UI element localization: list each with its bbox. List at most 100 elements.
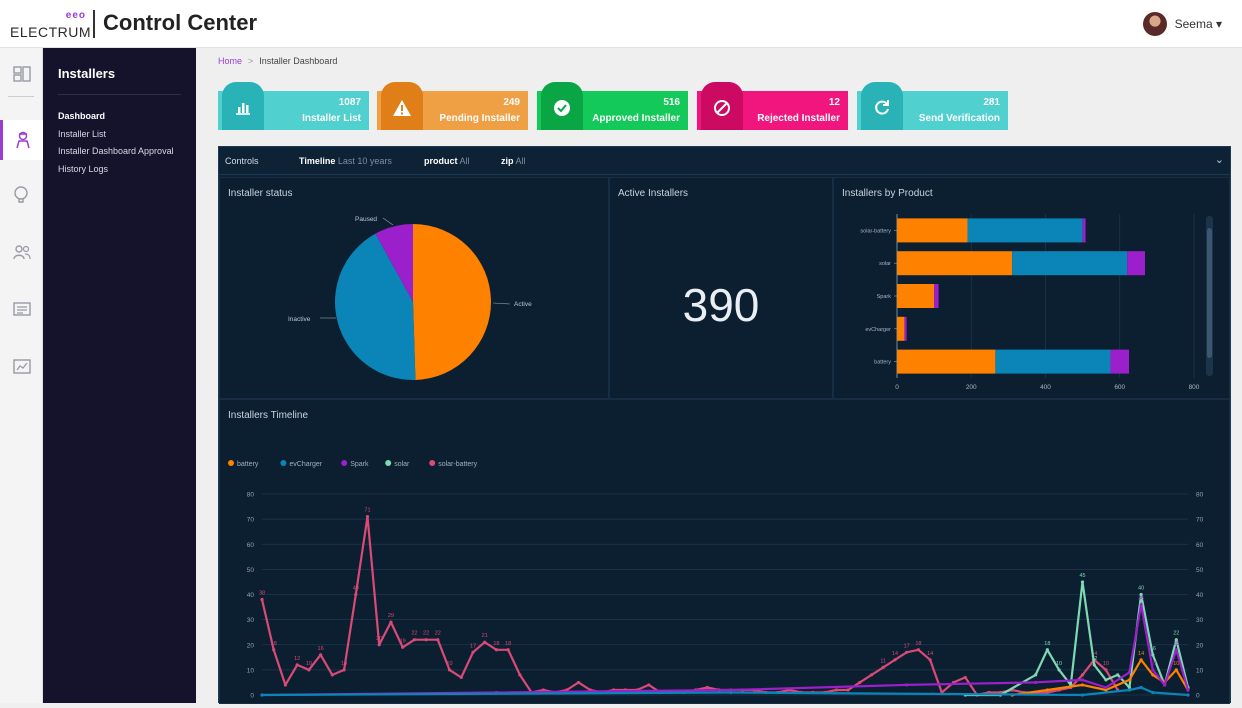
- users-icon[interactable]: [0, 232, 43, 272]
- data-point[interactable]: [471, 650, 475, 654]
- avatar[interactable]: [1142, 12, 1167, 36]
- data-point[interactable]: [459, 675, 463, 680]
- sidebar-item-dashboard[interactable]: Dashboard: [58, 108, 174, 126]
- data-point[interactable]: [1104, 685, 1108, 690]
- bar-segment[interactable]: [1110, 349, 1130, 374]
- data-point[interactable]: [1034, 673, 1038, 677]
- series-line-solar[interactable]: [965, 580, 1190, 697]
- data-point[interactable]: [412, 638, 416, 642]
- data-point[interactable]: [1045, 648, 1049, 652]
- sidebar-item-dashboard-approval[interactable]: Installer Dashboard Approval: [58, 143, 174, 161]
- data-point[interactable]: [1080, 678, 1085, 682]
- data-point[interactable]: [1186, 688, 1190, 692]
- data-point[interactable]: [858, 680, 862, 685]
- data-point[interactable]: [401, 645, 405, 649]
- data-point[interactable]: [1080, 673, 1085, 677]
- data-point[interactable]: [1139, 658, 1143, 662]
- user-menu[interactable]: Seema ▾: [1142, 12, 1222, 36]
- data-point[interactable]: [1186, 693, 1190, 697]
- bar-segment[interactable]: [995, 349, 1111, 374]
- bar-segment[interactable]: [1012, 251, 1128, 276]
- data-point[interactable]: [1034, 680, 1038, 685]
- electrum-logo[interactable]: eeo ELECTRUM: [10, 10, 91, 40]
- product-filter[interactable]: product All: [424, 156, 470, 166]
- bar-segment[interactable]: [897, 284, 935, 308]
- idea-icon[interactable]: [0, 174, 43, 214]
- data-point[interactable]: [1057, 668, 1061, 672]
- data-point[interactable]: [905, 683, 909, 687]
- data-point[interactable]: [881, 665, 885, 669]
- data-point[interactable]: [283, 683, 288, 687]
- data-point[interactable]: [518, 673, 522, 677]
- bar-segment[interactable]: [897, 218, 968, 243]
- timeline-filter[interactable]: Timeline Last 10 years: [299, 156, 392, 166]
- data-point[interactable]: [424, 638, 428, 642]
- bar-segment[interactable]: [897, 316, 905, 341]
- bar-segment[interactable]: [1127, 251, 1145, 276]
- sidebar-item-installer-list[interactable]: Installer List: [58, 126, 174, 144]
- scrollbar-thumb[interactable]: [1207, 228, 1212, 358]
- data-point[interactable]: [963, 675, 967, 680]
- data-point[interactable]: [447, 668, 452, 672]
- data-point[interactable]: [1139, 602, 1143, 607]
- data-point[interactable]: [1080, 683, 1085, 687]
- data-point[interactable]: [1080, 580, 1085, 584]
- data-point[interactable]: [846, 688, 850, 692]
- data-point[interactable]: [1092, 663, 1096, 667]
- bar-segment[interactable]: [897, 251, 1013, 276]
- bar-segment[interactable]: [934, 284, 939, 308]
- data-point[interactable]: [1151, 690, 1155, 695]
- data-point[interactable]: [1139, 685, 1143, 690]
- chevron-down-icon[interactable]: ⌄: [1215, 153, 1224, 166]
- data-point[interactable]: [483, 640, 487, 644]
- card-installer-list[interactable]: 1087 Installer List: [218, 82, 369, 130]
- zip-filter[interactable]: zip All: [501, 156, 526, 166]
- data-point[interactable]: [506, 648, 510, 652]
- data-point[interactable]: [1045, 688, 1049, 692]
- data-point[interactable]: [436, 638, 440, 642]
- data-point[interactable]: [1104, 678, 1108, 682]
- card-send-verification[interactable]: 281 Send Verification: [857, 82, 1008, 130]
- data-point[interactable]: [834, 688, 838, 692]
- data-point[interactable]: [330, 673, 334, 677]
- user-name[interactable]: Seema ▾: [1175, 17, 1222, 31]
- bar-segment[interactable]: [967, 218, 1083, 243]
- data-point[interactable]: [260, 693, 264, 697]
- data-point[interactable]: [307, 668, 311, 672]
- bar-segment[interactable]: [904, 316, 907, 341]
- data-point[interactable]: [1116, 673, 1120, 677]
- installer-icon[interactable]: [0, 120, 43, 160]
- card-rejected-installer[interactable]: 12 Rejected Installer: [697, 82, 848, 130]
- data-point[interactable]: [869, 673, 874, 677]
- data-point[interactable]: [1174, 648, 1178, 652]
- data-point[interactable]: [1174, 668, 1178, 672]
- data-point[interactable]: [342, 668, 346, 672]
- data-point[interactable]: [1080, 693, 1085, 697]
- sidebar-item-history-logs[interactable]: History Logs: [58, 161, 174, 179]
- data-point[interactable]: [1104, 668, 1108, 672]
- series-line-Spark[interactable]: [261, 603, 1190, 697]
- data-point[interactable]: [389, 620, 393, 624]
- data-point[interactable]: [354, 592, 358, 597]
- series-line-solar-battery[interactable]: [260, 515, 1119, 697]
- data-point[interactable]: [576, 680, 581, 685]
- data-point[interactable]: [1151, 653, 1155, 657]
- data-point[interactable]: [319, 653, 323, 657]
- data-point[interactable]: [272, 648, 276, 652]
- data-point[interactable]: [494, 648, 499, 652]
- data-point[interactable]: [377, 643, 381, 647]
- data-point[interactable]: [647, 683, 651, 687]
- data-point[interactable]: [1127, 670, 1131, 674]
- data-point[interactable]: [729, 690, 733, 695]
- data-point[interactable]: [295, 663, 299, 667]
- data-point[interactable]: [928, 658, 932, 662]
- data-point[interactable]: [1127, 688, 1131, 692]
- bar-segment[interactable]: [897, 349, 996, 374]
- data-point[interactable]: [1151, 668, 1155, 672]
- data-point[interactable]: [893, 658, 897, 662]
- data-point[interactable]: [260, 597, 264, 602]
- pie-slice-active[interactable]: [413, 224, 492, 380]
- data-point[interactable]: [916, 648, 921, 652]
- report-icon[interactable]: [0, 346, 43, 386]
- list-icon[interactable]: [0, 289, 43, 329]
